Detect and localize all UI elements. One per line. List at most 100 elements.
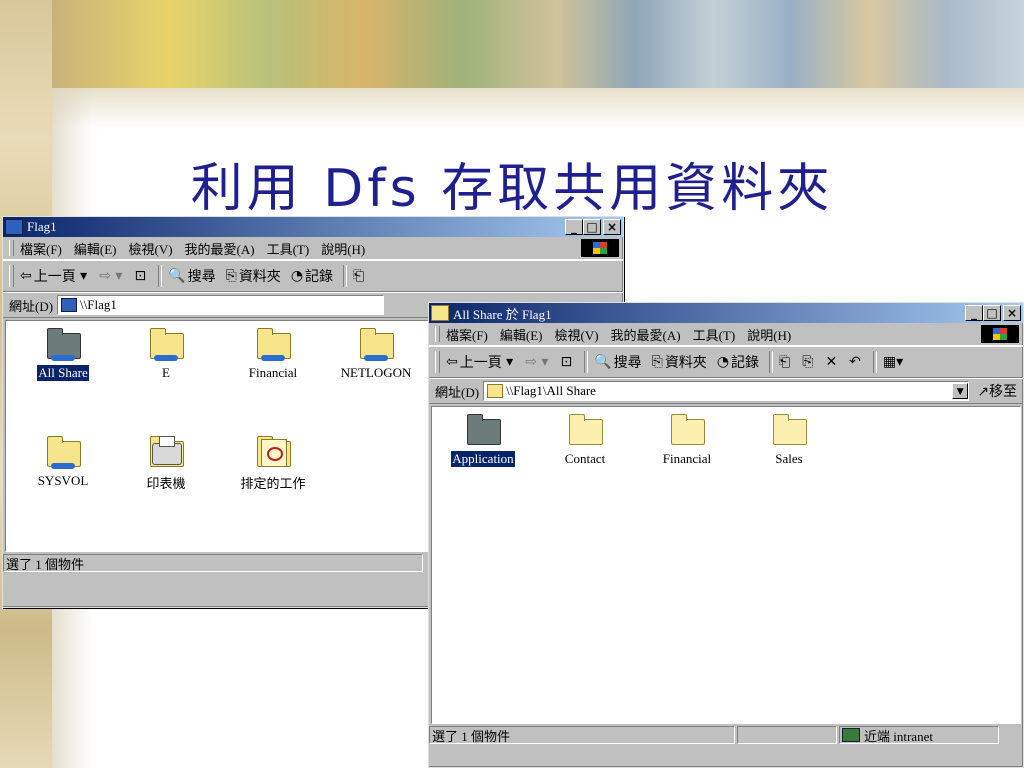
list-item[interactable]: All Share — [18, 325, 108, 382]
search-icon: 🔍 — [594, 354, 612, 370]
shared-folder-icon — [431, 305, 449, 321]
folder-icon — [669, 411, 705, 445]
list-item[interactable]: Financial — [228, 325, 318, 381]
folder-icon — [567, 411, 603, 445]
go-button[interactable]: ↗移至 — [977, 381, 1017, 401]
history-button[interactable]: ◔ 記錄 — [717, 352, 759, 372]
minimize-button[interactable]: _ — [565, 219, 583, 235]
menubar: 檔案(F) 編輯(E) 檢視(V) 我的最愛(A) 工具(T) 說明(H) — [3, 237, 623, 260]
address-input[interactable]: \\Flag1\All Share ▼ — [483, 381, 970, 401]
back-button[interactable]: ⇦ 上一頁 ▾ — [20, 266, 89, 286]
list-item[interactable]: E — [121, 325, 211, 381]
list-item[interactable]: Application — [438, 411, 528, 468]
shared-folder-icon — [358, 325, 394, 361]
menu-edit[interactable]: 編輯(E) — [500, 325, 543, 344]
go-label: 移至 — [989, 385, 1017, 400]
address-dropdown-button[interactable]: ▼ — [952, 383, 969, 399]
history-icon: ◔ — [290, 268, 304, 284]
maximize-button[interactable]: □ — [583, 219, 601, 235]
menubar-grip[interactable] — [435, 326, 440, 342]
undo-icon: ↶ — [849, 354, 861, 370]
status-bar: 選了 1 個物件 近端 intranet — [429, 724, 1023, 746]
title-latin: Dfs — [323, 159, 421, 219]
close-button[interactable]: × — [603, 219, 621, 235]
history-button[interactable]: ◔ 記錄 — [291, 266, 333, 286]
list-item[interactable]: NETLOGON — [331, 325, 421, 381]
address-input[interactable]: \\Flag1 — [57, 295, 385, 315]
move-to-button[interactable]: ⎗ — [779, 354, 792, 370]
history-icon: ◔ — [716, 354, 730, 370]
status-text: 選了 1 個物件 — [3, 554, 423, 572]
menubar-grip[interactable] — [9, 240, 14, 256]
forward-arrow-icon: ⇨ ▾ — [99, 268, 123, 284]
scheduled-tasks-icon — [255, 433, 291, 467]
back-label: 上一頁 — [459, 356, 502, 371]
copy-to-icon: ⎘ — [802, 354, 814, 370]
address-label: 網址(D) — [9, 298, 54, 314]
forward-button[interactable]: ⇨ ▾ — [99, 268, 124, 284]
undo-button[interactable]: ↶ — [849, 354, 863, 370]
search-button[interactable]: 🔍 搜尋 — [594, 352, 641, 372]
menu-file[interactable]: 檔案(F) — [446, 325, 488, 344]
list-item[interactable]: Financial — [642, 411, 732, 467]
computer-icon — [61, 298, 78, 312]
back-button[interactable]: ⇦ 上一頁 ▾ — [446, 352, 515, 372]
menu-view[interactable]: 檢視(V) — [129, 239, 173, 258]
window-title: All Share 於 Flag1 — [453, 306, 552, 322]
toolbar-grip[interactable] — [435, 351, 440, 373]
minimize-button[interactable]: _ — [965, 305, 983, 321]
forward-button[interactable]: ⇨ ▾ — [525, 354, 550, 370]
toolbar-separator — [872, 351, 877, 373]
up-folder-button[interactable]: ⊡ — [134, 268, 148, 284]
menu-tools[interactable]: 工具(T) — [267, 239, 310, 258]
dropdown-arrow-icon: ▾ — [501, 354, 514, 370]
printers-folder-icon — [148, 433, 184, 467]
menu-help[interactable]: 說明(H) — [321, 239, 365, 258]
move-to-button[interactable]: ⎗ — [353, 268, 366, 284]
background-top-banner — [52, 0, 1024, 88]
item-label: SYSVOL — [37, 473, 89, 488]
maximize-button[interactable]: □ — [983, 305, 1001, 321]
status-spacer — [737, 726, 837, 744]
list-item[interactable]: 印表機 — [121, 433, 211, 492]
views-button[interactable]: ▦▾ — [883, 354, 905, 370]
toolbar-separator — [158, 265, 163, 287]
list-item[interactable]: 排定的工作 — [228, 433, 318, 492]
menu-tools[interactable]: 工具(T) — [693, 325, 736, 344]
dropdown-arrow-icon: ▾ — [75, 268, 88, 284]
folders-label: 資料夾 — [664, 356, 707, 371]
close-button[interactable]: × — [1003, 305, 1021, 321]
menu-edit[interactable]: 編輯(E) — [74, 239, 117, 258]
menu-file[interactable]: 檔案(F) — [20, 239, 62, 258]
list-item[interactable]: SYSVOL — [18, 433, 108, 489]
copy-to-button[interactable]: ⎘ — [802, 354, 815, 370]
delete-button[interactable]: ✕ — [825, 354, 839, 370]
search-button[interactable]: 🔍 搜尋 — [168, 266, 215, 286]
folder-icon — [771, 411, 807, 445]
menu-view[interactable]: 檢視(V) — [555, 325, 599, 344]
up-folder-button[interactable]: ⊡ — [560, 354, 574, 370]
titlebar[interactable]: All Share 於 Flag1 _ □ × — [429, 303, 1023, 323]
window-all-share: All Share 於 Flag1 _ □ × 檔案(F) 編輯(E) 檢視(V… — [428, 302, 1024, 768]
menu-help[interactable]: 說明(H) — [747, 325, 791, 344]
address-bar: 網址(D) \\Flag1\All Share ▼ ↗移至 — [429, 378, 1023, 404]
folders-button[interactable]: ⎘ 資料夾 — [652, 352, 707, 372]
search-icon: 🔍 — [168, 268, 186, 284]
toolbar-separator — [343, 265, 348, 287]
menu-favorites[interactable]: 我的最愛(A) — [611, 325, 681, 344]
back-arrow-icon: ⇦ — [20, 268, 32, 284]
list-item[interactable]: Contact — [540, 411, 630, 467]
toolbar: ⇦ 上一頁 ▾ ⇨ ▾ ⊡ 🔍 搜尋 ⎘ 資料夾 ◔ 記錄 ⎗ ⎘ ✕ ↶ ▦▾ — [429, 346, 1023, 378]
shared-folder-icon — [487, 384, 504, 398]
list-item[interactable]: Sales — [744, 411, 834, 467]
back-arrow-icon: ⇦ — [446, 354, 458, 370]
toolbar-grip[interactable] — [9, 265, 14, 287]
window-title: Flag1 — [27, 219, 57, 234]
titlebar[interactable]: Flag1 _ □ × — [3, 217, 623, 237]
folders-button[interactable]: ⎘ 資料夾 — [226, 266, 281, 286]
file-view: Application Contact Financial Sales — [431, 406, 1021, 724]
toolbar: ⇦ 上一頁 ▾ ⇨ ▾ ⊡ 🔍 搜尋 ⎘ 資料夾 ◔ 記錄 ⎗ — [3, 260, 623, 292]
item-label: Financial — [662, 451, 712, 466]
menu-favorites[interactable]: 我的最愛(A) — [185, 239, 255, 258]
slide-title: 利用 Dfs 存取共用資料夾 — [0, 146, 1024, 221]
